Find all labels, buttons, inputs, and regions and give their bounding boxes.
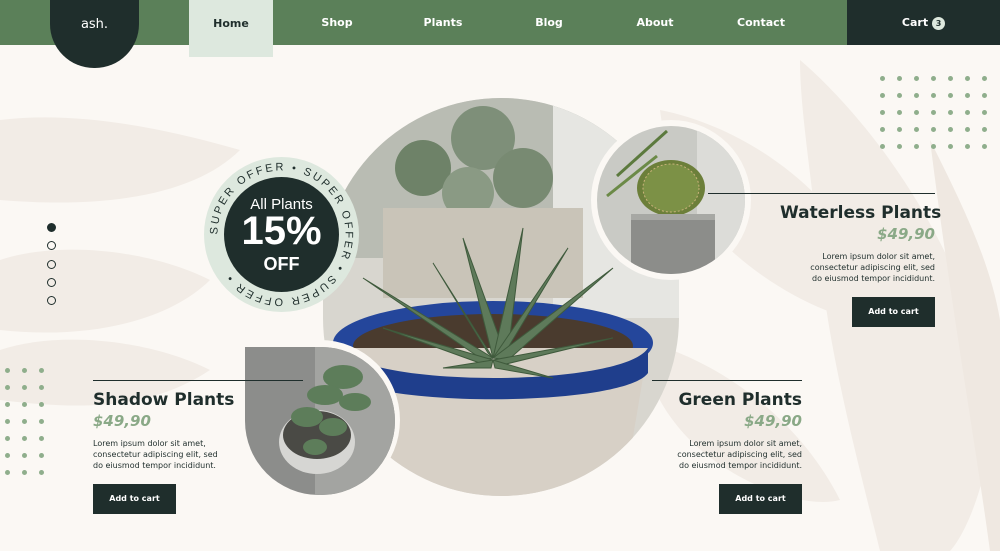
product-title: Waterless Plants xyxy=(780,203,942,223)
decor-dot xyxy=(897,110,902,115)
decor-dot xyxy=(39,470,44,475)
decor-dot xyxy=(22,402,27,407)
product-description: Lorem ipsum dolor sit amet, consectetur … xyxy=(677,439,802,470)
decor-dot xyxy=(39,453,44,458)
product-divider xyxy=(652,380,802,381)
decor-dot xyxy=(880,93,885,98)
product-description: Lorem ipsum dolor sit amet, consectetur … xyxy=(810,252,935,283)
decor-dot xyxy=(931,93,936,98)
decor-dot xyxy=(965,144,970,149)
decor-dot xyxy=(931,110,936,115)
decor-dot xyxy=(931,76,936,81)
decor-dot xyxy=(22,385,27,390)
nav-shop[interactable]: Shop xyxy=(298,0,376,45)
decor-dot xyxy=(914,144,919,149)
decor-dot xyxy=(982,127,987,132)
product-green: Green Plants $49,90 Lorem ipsum dolor si… xyxy=(652,380,802,514)
product-title: Green Plants xyxy=(678,390,802,410)
decor-dot xyxy=(5,419,10,424)
decor-dot xyxy=(948,76,953,81)
product-price: $49,90 xyxy=(93,412,151,430)
decor-dot xyxy=(897,144,902,149)
add-to-cart-button[interactable]: Add to cart xyxy=(852,297,935,327)
decor-dot xyxy=(948,110,953,115)
decor-dot xyxy=(22,436,27,441)
slider-dot-1[interactable] xyxy=(47,223,56,232)
decor-dot xyxy=(22,470,27,475)
decor-dot xyxy=(965,76,970,81)
decor-dot xyxy=(914,93,919,98)
decor-dot xyxy=(914,127,919,132)
offer-badge-center: All Plants 15% OFF xyxy=(224,177,339,292)
decor-dot xyxy=(22,419,27,424)
product-title: Shadow Plants xyxy=(93,390,235,410)
nav-plants[interactable]: Plants xyxy=(404,0,482,45)
decor-dot xyxy=(982,110,987,115)
decor-dot xyxy=(897,76,902,81)
add-to-cart-button[interactable]: Add to cart xyxy=(93,484,176,514)
decor-dot xyxy=(39,419,44,424)
cactus-pot-icon xyxy=(597,126,745,274)
decor-dot xyxy=(914,76,919,81)
product-price: $49,90 xyxy=(744,412,802,430)
decor-dot xyxy=(948,144,953,149)
decor-dot xyxy=(948,127,953,132)
decor-dot xyxy=(39,385,44,390)
nav-home[interactable]: Home xyxy=(189,0,273,57)
top-navbar: Home Shop Plants Blog About Contact Cart… xyxy=(0,0,1000,57)
cart-count-badge: 3 xyxy=(932,16,946,30)
decor-dot xyxy=(5,470,10,475)
decor-dot xyxy=(948,93,953,98)
slider-dot-4[interactable] xyxy=(47,278,56,287)
decor-dot xyxy=(5,385,10,390)
product-waterless: Waterless Plants $49,90 Lorem ipsum dolo… xyxy=(708,193,942,327)
decor-dot xyxy=(5,402,10,407)
decor-dot xyxy=(982,93,987,98)
decor-dot xyxy=(39,368,44,373)
decor-dot xyxy=(965,127,970,132)
decor-dot xyxy=(897,93,902,98)
decor-dot xyxy=(880,127,885,132)
product-divider xyxy=(708,193,935,194)
decor-dot xyxy=(5,368,10,373)
decor-dot xyxy=(880,144,885,149)
decor-dot xyxy=(5,436,10,441)
nav-about[interactable]: About xyxy=(616,0,694,45)
cart-label: Cart xyxy=(901,16,929,29)
waterless-plant-image xyxy=(591,120,751,280)
add-to-cart-button[interactable]: Add to cart xyxy=(719,484,802,514)
offer-off: OFF xyxy=(263,254,300,274)
product-shadow: Shadow Plants $49,90 Lorem ipsum dolor s… xyxy=(93,380,303,514)
decor-dot xyxy=(931,144,936,149)
decor-dot xyxy=(914,110,919,115)
decor-dot xyxy=(982,144,987,149)
decor-dot xyxy=(39,402,44,407)
decor-dot xyxy=(5,453,10,458)
decor-dot xyxy=(931,127,936,132)
decor-dot xyxy=(880,110,885,115)
decor-dot xyxy=(880,76,885,81)
nav-blog[interactable]: Blog xyxy=(510,0,588,45)
offer-percent: 15% xyxy=(241,209,322,253)
decor-dot xyxy=(982,76,987,81)
decor-dot xyxy=(965,93,970,98)
decor-dot xyxy=(897,127,902,132)
decor-dot xyxy=(965,110,970,115)
slider-dot-3[interactable] xyxy=(47,260,56,269)
dot-grid-top-right xyxy=(880,76,1000,151)
decor-dot xyxy=(22,368,27,373)
product-price: $49,90 xyxy=(877,225,935,243)
dot-grid-bottom-left xyxy=(5,368,45,493)
decor-dot xyxy=(22,453,27,458)
product-description: Lorem ipsum dolor sit amet, consectetur … xyxy=(93,439,218,470)
slider-dot-5[interactable] xyxy=(47,296,56,305)
product-divider xyxy=(93,380,303,381)
decor-dot xyxy=(39,436,44,441)
slider-dot-2[interactable] xyxy=(47,241,56,250)
cart-button[interactable]: Cart 3 xyxy=(847,0,1000,45)
nav-contact[interactable]: Contact xyxy=(722,0,800,45)
